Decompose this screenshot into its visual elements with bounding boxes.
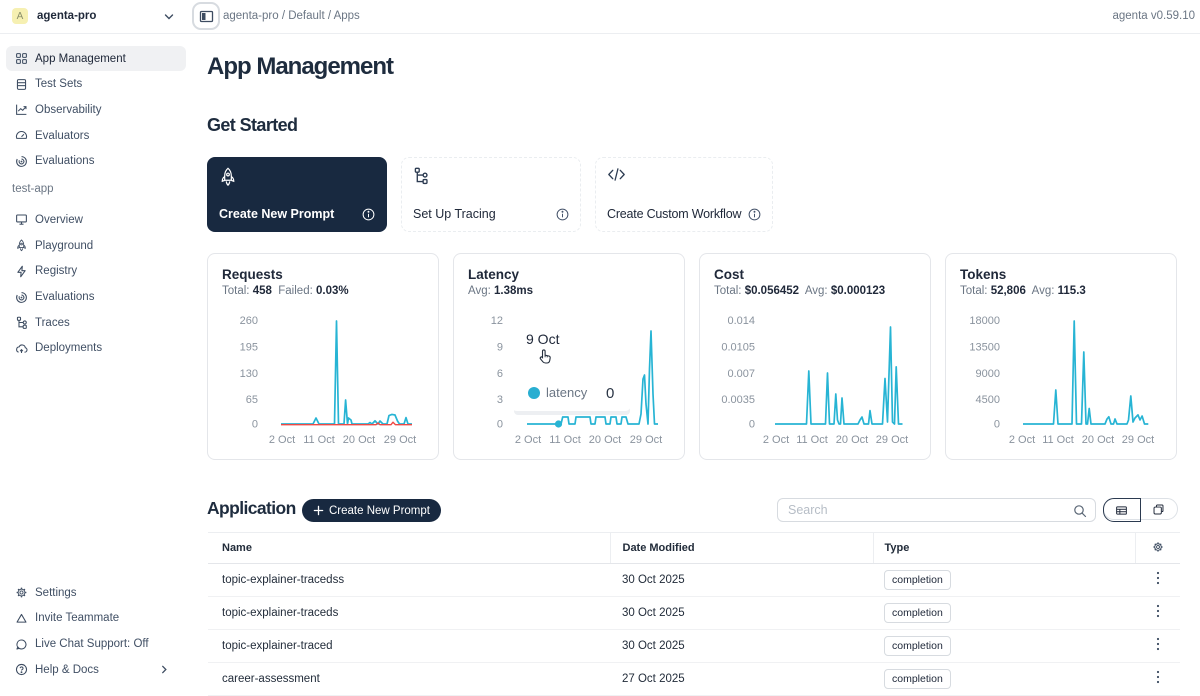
svg-text:20 Oct: 20 Oct bbox=[836, 434, 868, 446]
svg-text:3: 3 bbox=[497, 394, 503, 406]
svg-text:11 Oct: 11 Oct bbox=[303, 434, 335, 446]
svg-text:13500: 13500 bbox=[969, 341, 1000, 353]
svg-text:29 Oct: 29 Oct bbox=[384, 434, 416, 446]
svg-text:0: 0 bbox=[606, 385, 614, 402]
svg-text:11 Oct: 11 Oct bbox=[1042, 434, 1074, 446]
svg-text:29 Oct: 29 Oct bbox=[1122, 434, 1154, 446]
svg-text:0.0035: 0.0035 bbox=[721, 394, 755, 406]
svg-text:130: 130 bbox=[240, 368, 258, 380]
svg-text:4500: 4500 bbox=[976, 394, 1000, 406]
svg-text:0: 0 bbox=[749, 419, 755, 431]
svg-text:0: 0 bbox=[252, 419, 258, 431]
svg-text:2 Oct: 2 Oct bbox=[269, 434, 295, 446]
svg-text:29 Oct: 29 Oct bbox=[630, 434, 662, 446]
svg-text:9: 9 bbox=[497, 341, 503, 353]
svg-text:9 Oct: 9 Oct bbox=[526, 331, 560, 347]
svg-text:6: 6 bbox=[497, 368, 503, 380]
svg-text:latency: latency bbox=[546, 385, 588, 400]
svg-text:29 Oct: 29 Oct bbox=[876, 434, 908, 446]
svg-text:9000: 9000 bbox=[976, 368, 1000, 380]
svg-text:0.014: 0.014 bbox=[727, 315, 755, 327]
svg-text:2 Oct: 2 Oct bbox=[515, 434, 541, 446]
svg-text:260: 260 bbox=[240, 315, 258, 327]
svg-text:20 Oct: 20 Oct bbox=[589, 434, 621, 446]
svg-text:20 Oct: 20 Oct bbox=[343, 434, 375, 446]
svg-text:65: 65 bbox=[246, 394, 258, 406]
svg-text:20 Oct: 20 Oct bbox=[1082, 434, 1114, 446]
svg-text:0: 0 bbox=[497, 419, 503, 431]
svg-text:0: 0 bbox=[994, 419, 1000, 431]
svg-text:12: 12 bbox=[491, 315, 503, 327]
svg-text:2 Oct: 2 Oct bbox=[763, 434, 789, 446]
svg-text:11 Oct: 11 Oct bbox=[796, 434, 828, 446]
svg-text:195: 195 bbox=[240, 341, 258, 353]
svg-text:2 Oct: 2 Oct bbox=[1009, 434, 1035, 446]
svg-text:18000: 18000 bbox=[969, 315, 1000, 327]
svg-text:11 Oct: 11 Oct bbox=[549, 434, 581, 446]
svg-text:0.007: 0.007 bbox=[727, 368, 755, 380]
svg-text:0.0105: 0.0105 bbox=[721, 341, 755, 353]
